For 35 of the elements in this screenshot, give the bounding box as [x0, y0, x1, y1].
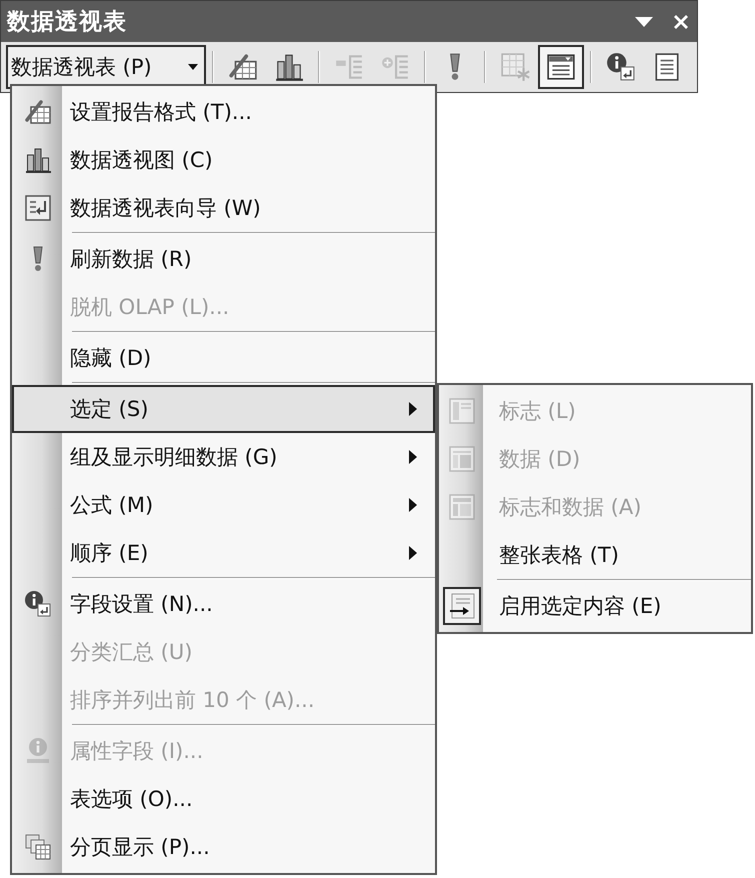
submenu-arrow-icon	[409, 498, 417, 512]
close-icon[interactable]	[673, 14, 689, 30]
menu-item[interactable]: 隐藏 (D)	[12, 334, 435, 382]
info-icon	[24, 737, 52, 765]
caret-icon	[188, 64, 198, 70]
list-minus-icon	[334, 52, 364, 82]
menu-item[interactable]: 刷新数据 (R)	[12, 235, 435, 283]
bar-chart-icon	[24, 146, 52, 174]
menu-item[interactable]: 设置报告格式 (T)...	[12, 88, 435, 136]
panel-icon	[546, 52, 576, 82]
menu-item[interactable]: 顺序 (E)	[12, 529, 435, 577]
menu-item[interactable]: 公式 (M)	[12, 481, 435, 529]
menu-item[interactable]: 字段设置 (N)...	[12, 580, 435, 628]
pencil-table-icon	[228, 52, 258, 82]
menu-item[interactable]: 分页显示 (P)...	[12, 823, 435, 871]
menu-item[interactable]: 数据透视图 (C)	[12, 136, 435, 184]
table-asterisk-icon	[500, 52, 530, 82]
stacked-tables-icon	[24, 833, 52, 861]
window-title: 数据透视表	[7, 8, 128, 37]
dropdown-arrow-icon[interactable]	[635, 16, 653, 26]
menu-item[interactable]: 整张表格 (T)	[439, 531, 751, 579]
menu-item[interactable]: 组及显示明细数据 (G)	[12, 433, 435, 481]
submenu-arrow-icon	[409, 546, 417, 560]
submenu-arrow-icon	[409, 450, 417, 464]
menu-item[interactable]: 启用选定内容 (E)	[439, 582, 751, 630]
submenu-arrow-icon	[409, 402, 417, 416]
toolbar-button[interactable]	[538, 45, 584, 89]
menu-item[interactable]: 选定 (S)	[12, 385, 435, 433]
info-icon	[24, 590, 52, 618]
list-plus-icon	[380, 52, 410, 82]
menu-item[interactable]: 表选项 (O)...	[12, 775, 435, 823]
menu-item[interactable]: 数据透视表向导 (W)	[12, 184, 435, 232]
info-icon	[606, 52, 636, 82]
bar-chart-icon	[274, 52, 304, 82]
pencil-table-icon	[24, 98, 52, 126]
